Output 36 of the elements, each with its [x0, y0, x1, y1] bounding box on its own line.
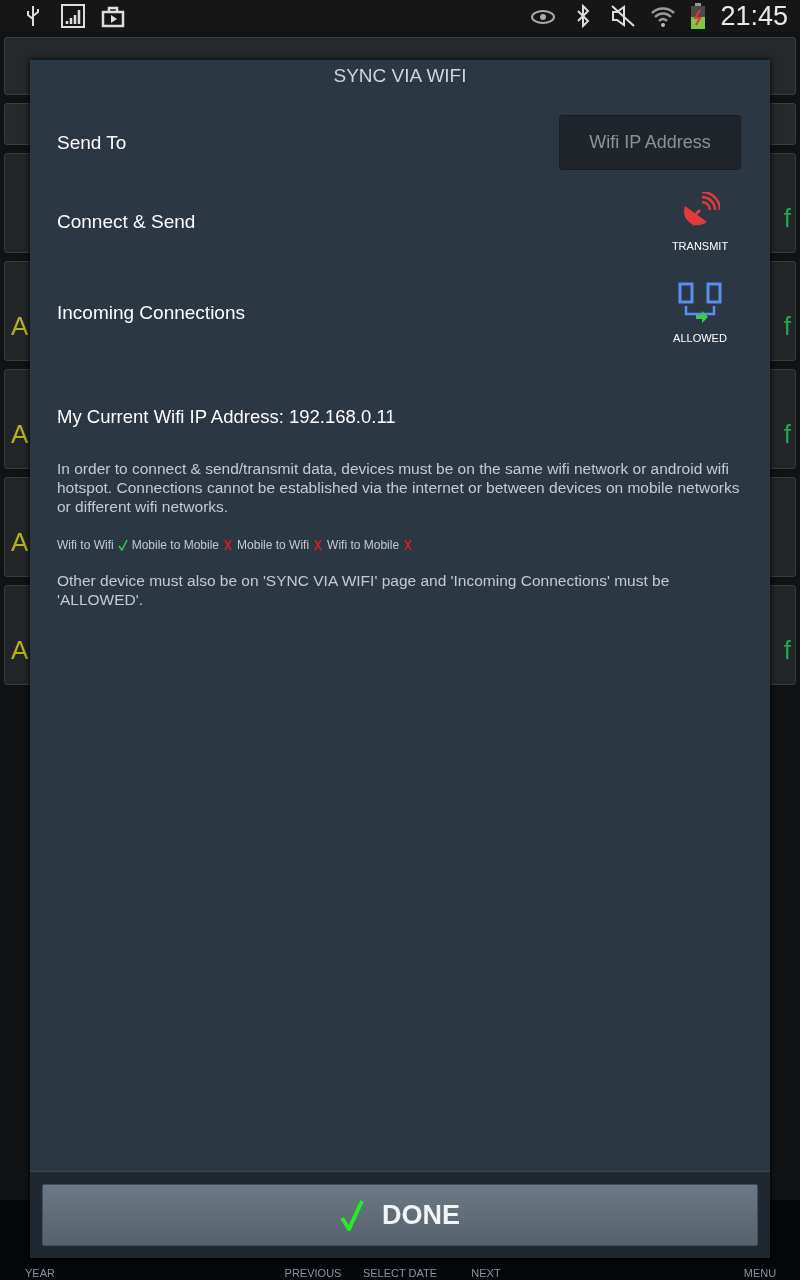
clock-time: 21:45	[720, 0, 788, 32]
row-text: f	[783, 203, 791, 234]
media-bag-icon	[100, 4, 126, 28]
compatibility-label: Wifi to Wifi	[57, 538, 114, 552]
compatibility-label: Mobile to Wifi	[237, 538, 310, 552]
devices-connection-icon[interactable]	[677, 282, 723, 324]
row-text: f	[783, 635, 791, 666]
nav-label[interactable]: SELECT DATE	[362, 1267, 438, 1280]
field-label: Send To	[57, 131, 127, 154]
nav-label[interactable]: MENU	[743, 1267, 777, 1280]
option-label: Connect & Send	[57, 211, 196, 233]
note-paragraph: Other device must also be on 'SYNC VIA WIFI' page and 'Incoming Connections' must be 'ALLOWED'.	[57, 571, 671, 609]
row-text: A	[11, 311, 29, 342]
mute-icon	[610, 4, 637, 28]
ip-address-field[interactable]: Wifi IP Address	[559, 115, 741, 170]
nav-label[interactable]: YEAR	[25, 1267, 55, 1280]
check-icon	[340, 1199, 364, 1231]
option-label: Incoming Connections	[57, 302, 245, 324]
status-label: ALLOWED	[673, 332, 727, 344]
compatibility-label: Mobile to Mobile	[131, 538, 220, 552]
row-text: f	[783, 311, 791, 342]
signal-icon	[60, 4, 86, 28]
ip-address-text: My Current Wifi IP Address: 192.168.0.11	[57, 406, 397, 428]
row-text: A	[11, 635, 29, 666]
done-button[interactable]: DONE	[42, 1184, 758, 1246]
row-text: A	[11, 527, 29, 558]
nav-label[interactable]: PREVIOUS	[284, 1267, 342, 1280]
info-paragraph: In order to connect & send/transmit data, devices must be on the same wifi network or android wifi hotspot. Connections cannot be established via the internet or between devices on mobile networks or different wifi networks.	[57, 459, 741, 516]
nav-label[interactable]: NEXT	[471, 1267, 501, 1280]
dialog-title: SYNC VIA WIFI	[332, 64, 468, 88]
compatibility-label: Wifi to Mobile	[327, 538, 400, 552]
wifi-icon	[650, 4, 677, 28]
row-text: f	[783, 419, 791, 450]
transmit-label: TRANSMIT	[671, 240, 729, 252]
battery-icon	[690, 3, 707, 29]
row-text: A	[11, 419, 29, 450]
